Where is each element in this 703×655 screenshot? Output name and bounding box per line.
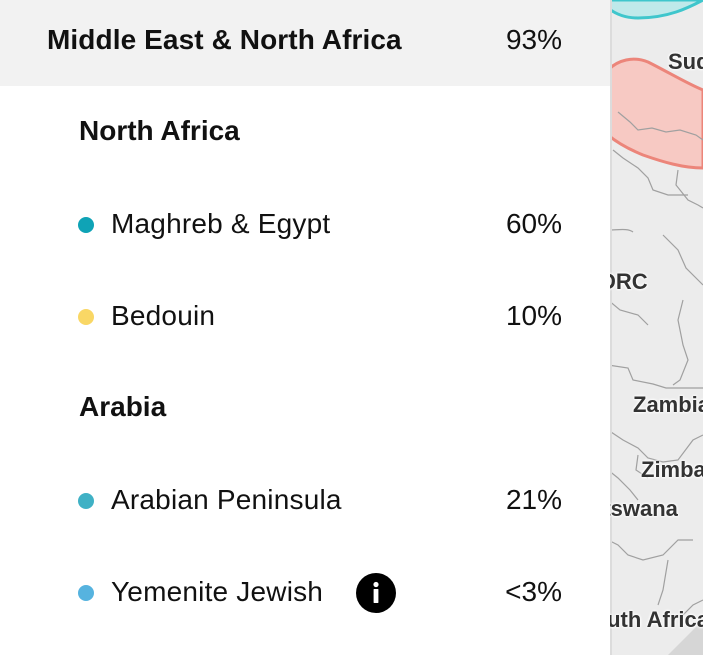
population-percent: <3%: [505, 576, 562, 607]
population-name: Yemenite Jewish: [111, 576, 324, 607]
population-row-maghreb-egypt[interactable]: Maghreb & Egypt 60%: [0, 195, 610, 255]
population-name: Bedouin: [111, 300, 216, 331]
population-row-arabian-peninsula[interactable]: Arabian Peninsula 21%: [0, 471, 610, 531]
map-label-zambia: Zambia: [633, 392, 703, 417]
population-row-bedouin[interactable]: Bedouin 10%: [0, 287, 610, 347]
ancestry-list-panel: Middle East & North Africa 93% North Afr…: [0, 0, 610, 655]
color-dot-icon: [78, 585, 94, 601]
subgroup-heading-arabia: Arabia: [79, 391, 167, 422]
region-row-middle-east-north-africa[interactable]: Middle East & North Africa 93%: [0, 0, 610, 86]
info-icon[interactable]: [356, 573, 396, 613]
color-dot-icon: [78, 493, 94, 509]
ancestry-map[interactable]: Sud DRC Zambia Zimba Botswana South Afri…: [608, 0, 703, 655]
map-drawing: [608, 0, 703, 655]
map-label-botswana: Botswana: [608, 496, 678, 521]
population-percent: 21%: [505, 484, 562, 515]
region-percent: 93%: [505, 24, 562, 55]
map-label-zimbabwe: Zimba: [641, 457, 703, 482]
region-name: Middle East & North Africa: [47, 24, 402, 55]
color-dot-icon: [78, 309, 94, 325]
map-label-drc: DRC: [608, 269, 648, 294]
color-dot-icon: [78, 217, 94, 233]
map-label-sudan: Sud: [668, 49, 703, 74]
ancestry-breakdown-screen: Middle East & North Africa 93% North Afr…: [0, 0, 703, 655]
map-label-south-africa: South Africa: [608, 607, 703, 632]
population-percent: 10%: [505, 300, 562, 331]
population-name: Arabian Peninsula: [111, 484, 342, 515]
population-name: Maghreb & Egypt: [111, 208, 331, 239]
population-percent: 60%: [505, 208, 562, 239]
population-row-yemenite-jewish[interactable]: Yemenite Jewish <3%: [0, 563, 610, 623]
subgroup-heading-north-africa: North Africa: [79, 115, 240, 146]
